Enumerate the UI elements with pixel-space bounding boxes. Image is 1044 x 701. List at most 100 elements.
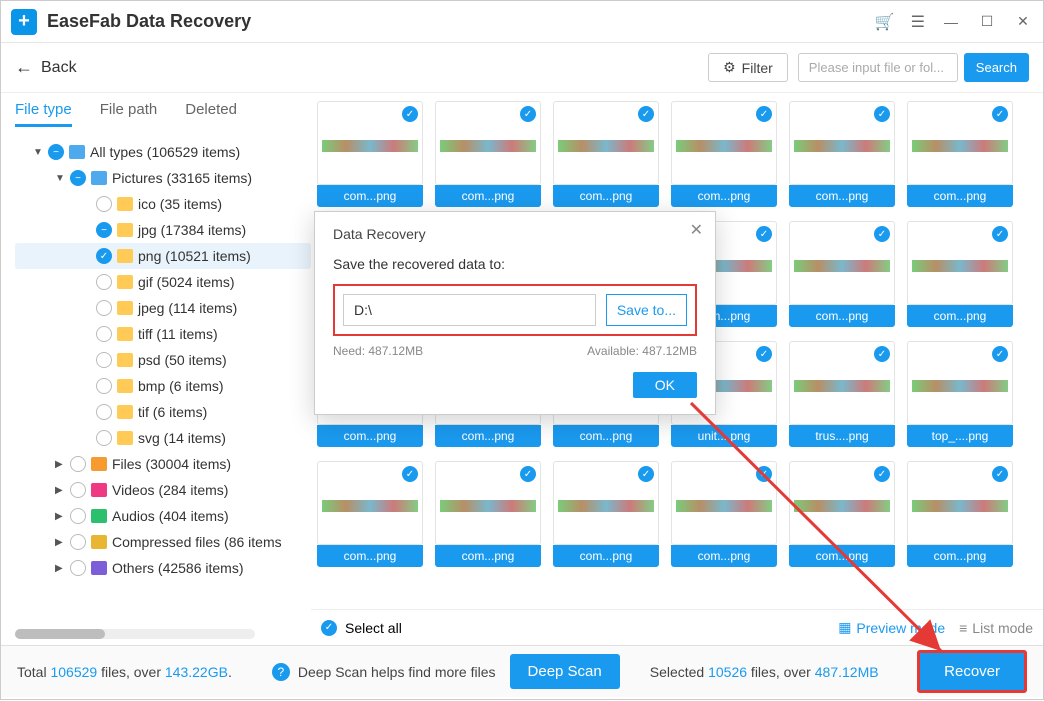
thumbnail-caption: com...png: [435, 545, 541, 567]
tree-pictures[interactable]: ▼−Pictures (33165 items): [15, 165, 311, 191]
thumbnail-caption: unit....png: [671, 425, 777, 447]
cart-icon[interactable]: 🛒: [875, 12, 895, 32]
thumbnail-caption: com...png: [317, 425, 423, 447]
tab-deleted[interactable]: Deleted: [185, 101, 237, 127]
checkmark-icon: ✓: [402, 466, 418, 482]
thumbnail-card[interactable]: ✓com...png: [317, 101, 423, 207]
thumbnail-card[interactable]: ✓com...png: [789, 101, 895, 207]
total-text: Total 106529 files, over 143.22GB.: [17, 664, 232, 680]
checkmark-icon: ✓: [638, 106, 654, 122]
tree-files[interactable]: ▶Files (30004 items): [15, 451, 311, 477]
tree-others[interactable]: ▶Others (42586 items): [15, 555, 311, 581]
checkmark-icon: ✓: [992, 226, 1008, 242]
thumbnail-card[interactable]: ✓ com...png: [317, 461, 423, 567]
titlebar: + EaseFab Data Recovery 🛒 ☰ — ☐ ✕: [1, 1, 1043, 43]
dialog-path-row: Save to...: [333, 284, 697, 336]
thumbnail-card[interactable]: ✓com...png: [553, 461, 659, 567]
thumbnail-caption: com...png: [553, 545, 659, 567]
thumbnail-card[interactable]: ✓ com...png: [671, 101, 777, 207]
tree-all-types[interactable]: ▼−All types (106529 items): [15, 139, 311, 165]
tab-file-path[interactable]: File path: [100, 101, 158, 127]
tree-compressed[interactable]: ▶Compressed files (86 items: [15, 529, 311, 555]
tree-videos[interactable]: ▶Videos (284 items): [15, 477, 311, 503]
select-all-checkbox[interactable]: ✓: [321, 620, 337, 636]
sidebar-scrollbar[interactable]: [15, 629, 255, 639]
thumbnail-caption: com...png: [907, 185, 1013, 207]
checkmark-icon: ✓: [756, 466, 772, 482]
tab-file-type[interactable]: File type: [15, 101, 72, 127]
thumbnail-card[interactable]: ✓ com...png: [907, 101, 1013, 207]
thumbnail-caption: com...png: [435, 425, 541, 447]
tree-psd[interactable]: psd (50 items): [15, 347, 311, 373]
tree-jpeg[interactable]: jpeg (114 items): [15, 295, 311, 321]
thumbnail-card[interactable]: ✓com...png: [907, 221, 1013, 327]
tree-bmp[interactable]: bmp (6 items): [15, 373, 311, 399]
tree-jpg[interactable]: −jpg (17384 items): [15, 217, 311, 243]
thumbnail-caption: com...png: [671, 185, 777, 207]
thumbnail-card[interactable]: ✓ com...png: [907, 461, 1013, 567]
list-icon: ≡: [959, 620, 967, 636]
checkmark-icon: ✓: [520, 106, 536, 122]
sidebar: File type File path Deleted ▼−All types …: [1, 93, 311, 645]
back-button[interactable]: Back: [15, 57, 77, 78]
checkmark-icon: ✓: [992, 106, 1008, 122]
tree-audios[interactable]: ▶Audios (404 items): [15, 503, 311, 529]
tree-png[interactable]: ✓png (10521 items): [15, 243, 311, 269]
thumbnail-card[interactable]: ✓com...png: [789, 221, 895, 327]
thumbnail-caption: com...png: [789, 305, 895, 327]
thumbnail-card[interactable]: ✓com...png: [553, 101, 659, 207]
checkmark-icon: ✓: [874, 466, 890, 482]
thumbnail-card[interactable]: ✓ com...png: [789, 461, 895, 567]
tree-gif[interactable]: gif (5024 items): [15, 269, 311, 295]
search-input[interactable]: Please input file or fol...: [798, 53, 958, 82]
thumbnail-card[interactable]: ✓top_....png: [907, 341, 1013, 447]
recover-button[interactable]: Recover: [917, 650, 1027, 693]
minimize-button[interactable]: —: [941, 14, 961, 30]
arrow-left-icon: [15, 57, 33, 78]
app-title: EaseFab Data Recovery: [47, 11, 251, 32]
checkmark-icon: ✓: [756, 106, 772, 122]
close-button[interactable]: ✕: [1013, 13, 1033, 30]
thumbnail-caption: com...png: [317, 545, 423, 567]
thumbnail-card[interactable]: ✓com...png: [671, 461, 777, 567]
list-mode-button[interactable]: ≡List mode: [959, 619, 1033, 636]
tree: ▼−All types (106529 items) ▼−Pictures (3…: [15, 139, 311, 581]
preview-mode-button[interactable]: ▦Preview mode: [838, 619, 945, 636]
checkmark-icon: ✓: [756, 226, 772, 242]
tree-ico[interactable]: ico (35 items): [15, 191, 311, 217]
thumbnail-caption: com...png: [553, 425, 659, 447]
thumbnail-caption: com...png: [907, 545, 1013, 567]
tree-svg[interactable]: svg (14 items): [15, 425, 311, 451]
save-to-button[interactable]: Save to...: [606, 294, 687, 326]
dialog-close-button[interactable]: ✕: [690, 220, 703, 240]
deep-scan-button[interactable]: Deep Scan: [510, 654, 620, 689]
thumbnail-caption: com...png: [789, 545, 895, 567]
dialog-meta: Need: 487.12MB Available: 487.12MB: [333, 344, 697, 358]
checkmark-icon: ✓: [992, 346, 1008, 362]
status-bar: Total 106529 files, over 143.22GB. ? Dee…: [1, 645, 1043, 697]
thumbnail-card[interactable]: ✓ com...png: [435, 461, 541, 567]
checkmark-icon: ✓: [874, 346, 890, 362]
dialog-title: Data Recovery: [333, 226, 697, 242]
search-button[interactable]: Search: [964, 53, 1029, 82]
grid-icon: ▦: [838, 619, 851, 636]
app-icon: +: [11, 9, 37, 35]
filter-button[interactable]: ⚙ Filter: [708, 53, 788, 82]
tree-tiff[interactable]: tiff (11 items): [15, 321, 311, 347]
deep-scan-hint: Deep Scan helps find more files: [298, 664, 496, 680]
maximize-button[interactable]: ☐: [977, 13, 997, 30]
content-bottom-bar: ✓ Select all ▦Preview mode ≡List mode: [311, 609, 1043, 645]
thumbnail-caption: com...png: [789, 185, 895, 207]
save-path-input[interactable]: [343, 294, 596, 326]
tree-tif[interactable]: tif (6 items): [15, 399, 311, 425]
dialog-subtitle: Save the recovered data to:: [333, 256, 697, 272]
ok-button[interactable]: OK: [633, 372, 697, 398]
checkmark-icon: ✓: [520, 466, 536, 482]
thumbnail-caption: com...png: [317, 185, 423, 207]
list-icon[interactable]: ☰: [911, 12, 925, 32]
thumbnail-card[interactable]: ✓trus....png: [789, 341, 895, 447]
checkmark-icon: ✓: [992, 466, 1008, 482]
selected-text: Selected 10526 files, over 487.12MB: [650, 664, 879, 680]
checkmark-icon: ✓: [756, 346, 772, 362]
thumbnail-card[interactable]: ✓com...png: [435, 101, 541, 207]
